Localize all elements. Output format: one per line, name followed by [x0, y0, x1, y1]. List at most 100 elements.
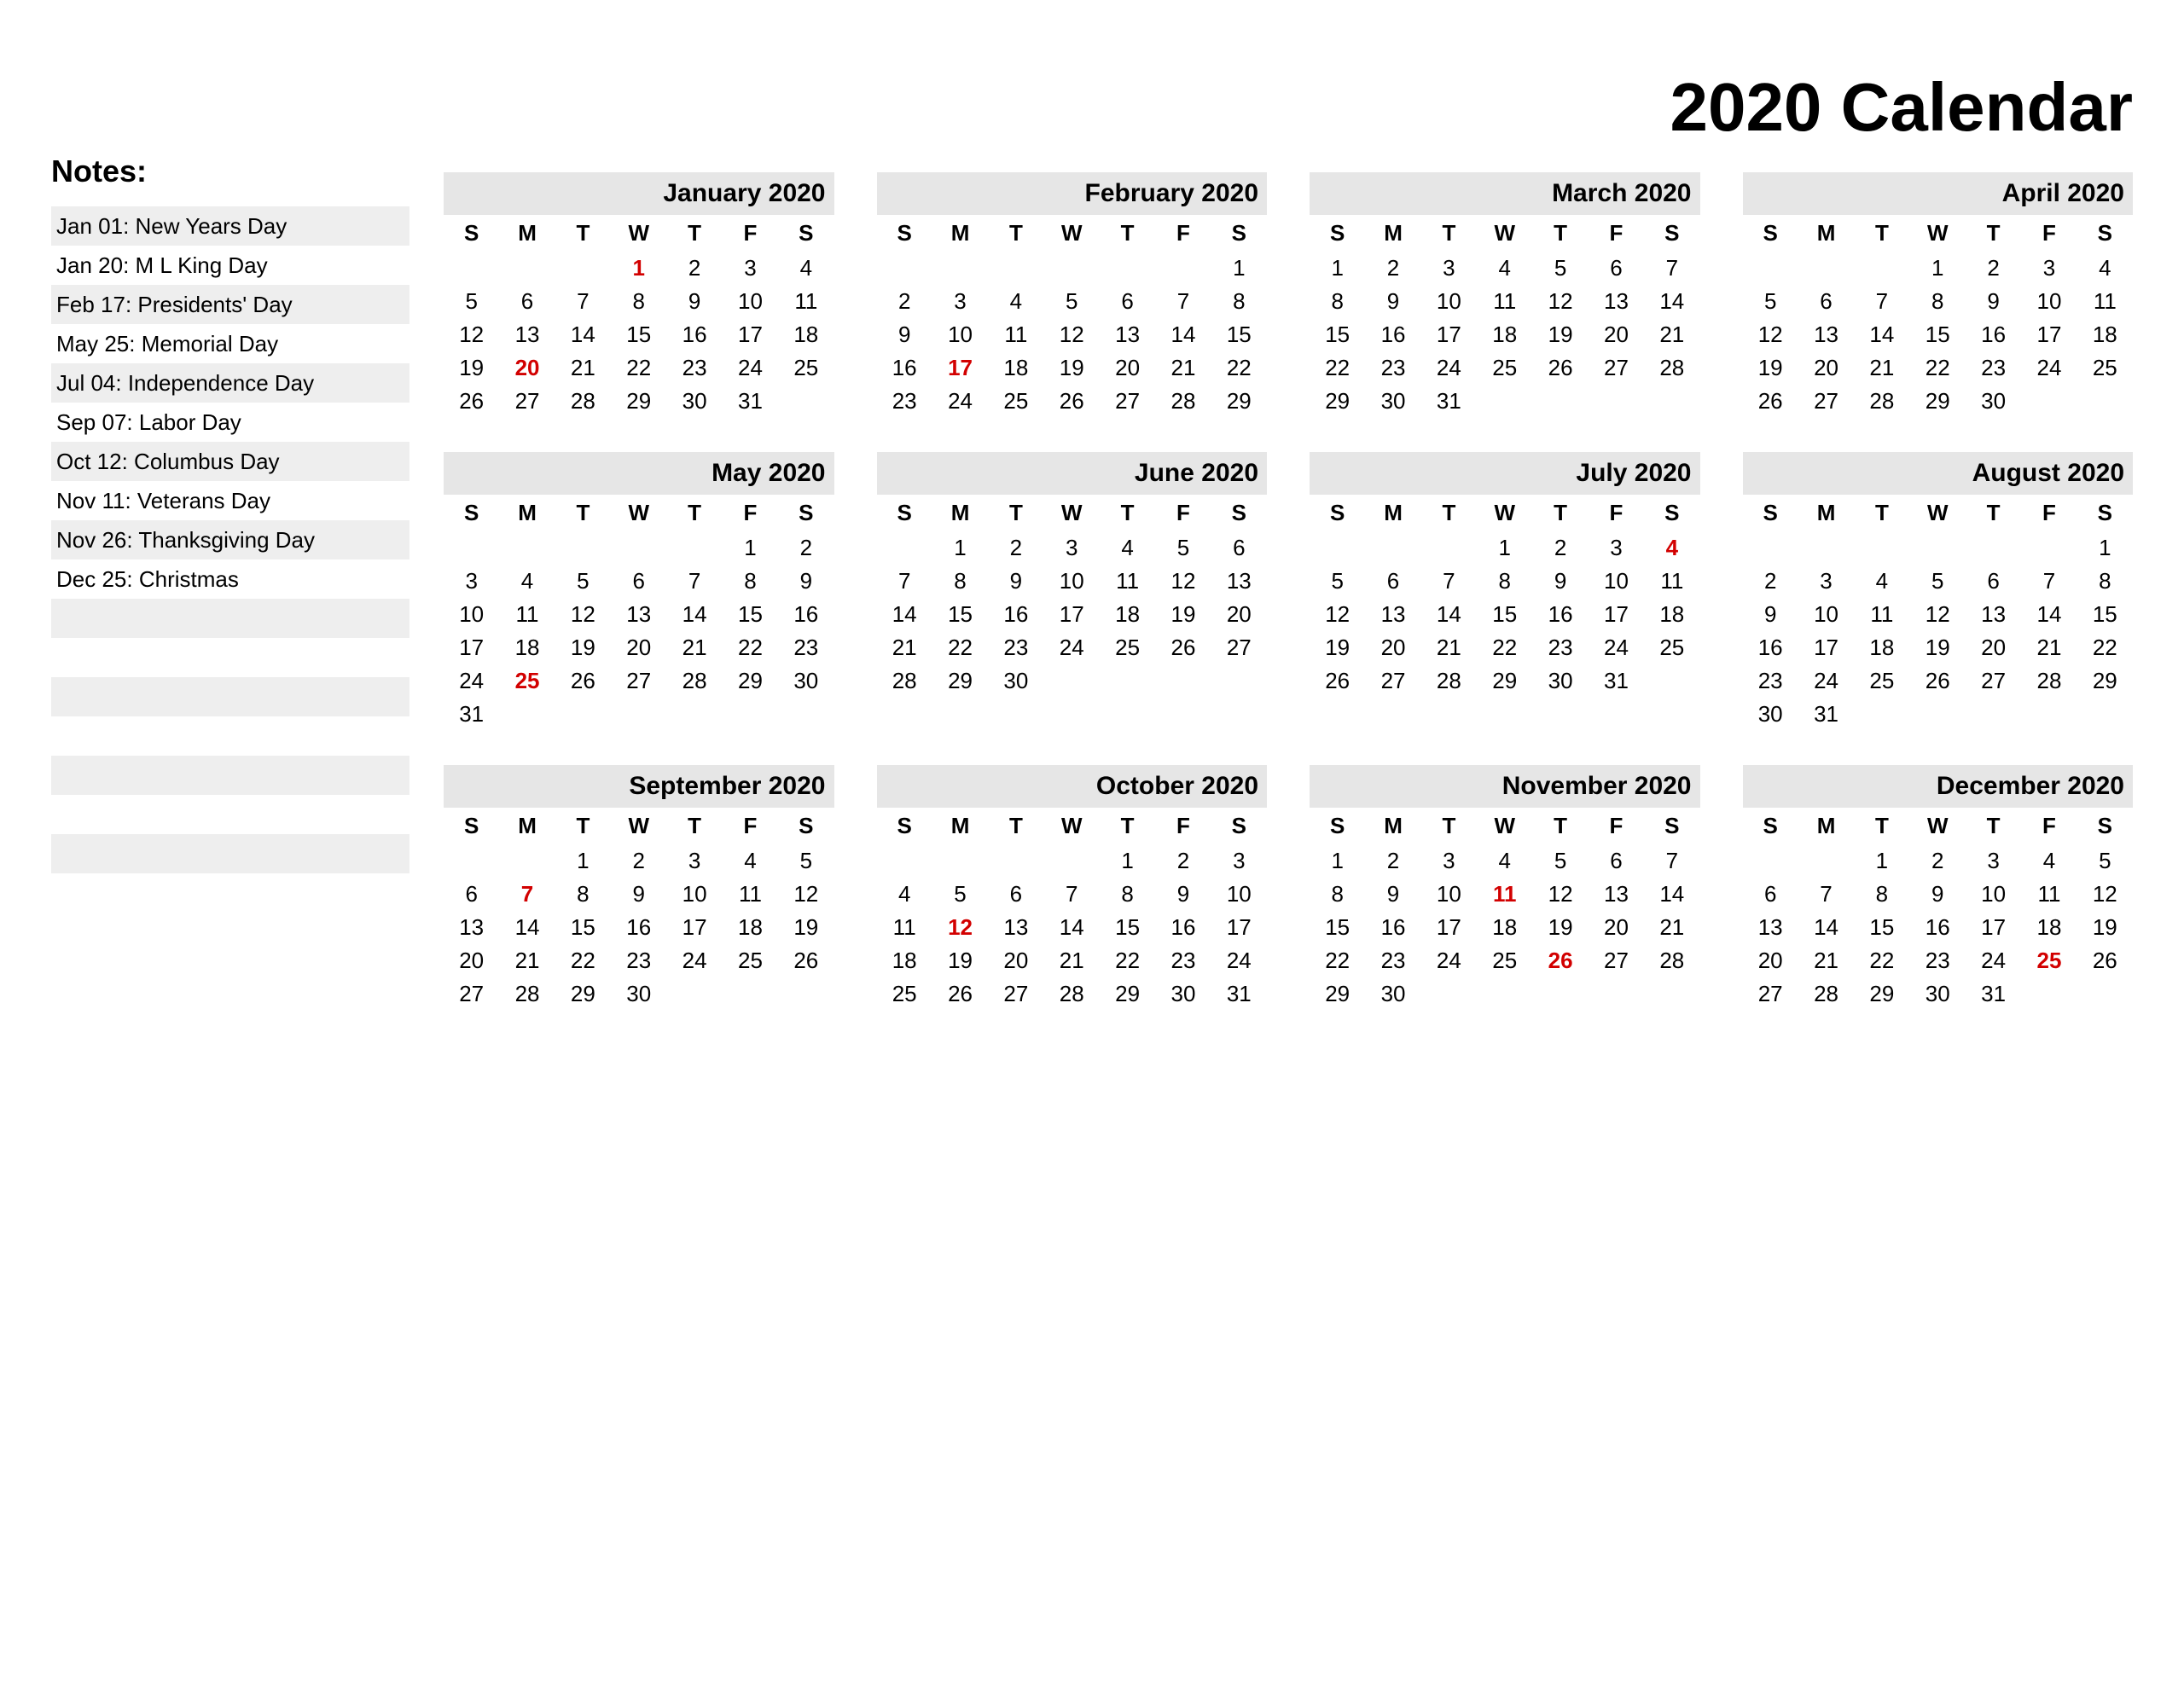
month: March 2020SMTWTFS12345678910111213141516…	[1310, 172, 1700, 418]
day-cell: 3	[444, 565, 499, 598]
dow-cell: S	[1310, 215, 1365, 252]
week-row: 17181920212223	[444, 631, 834, 664]
day-cell: 10	[1589, 565, 1644, 598]
day-cell: 21	[555, 351, 611, 385]
week-row: 12131415161718	[1310, 598, 1700, 631]
day-cell: 2	[988, 531, 1043, 565]
week-row: 1234	[444, 252, 834, 285]
day-cell: 16	[1365, 911, 1420, 944]
day-cell: 9	[988, 565, 1043, 598]
day-cell: 24	[1044, 631, 1100, 664]
day-cell: 25	[1100, 631, 1155, 664]
day-cell: 14	[499, 911, 555, 944]
week-row: 10111213141516	[444, 598, 834, 631]
day-cell: 8	[1910, 285, 1966, 318]
day-cell: 22	[611, 351, 666, 385]
dow-cell: M	[932, 495, 988, 531]
day-cell: 8	[723, 565, 778, 598]
day-cell: 19	[1743, 351, 1798, 385]
week-row: 12	[444, 531, 834, 565]
day-cell	[499, 531, 555, 565]
day-cell	[1854, 698, 1909, 731]
day-cell: 27	[611, 664, 666, 698]
month-header: August 2020	[1743, 452, 2134, 495]
day-cell: 5	[778, 844, 834, 878]
day-cell: 27	[1743, 977, 1798, 1011]
day-cell	[1910, 698, 1966, 731]
dow-row: SMTWTFS	[877, 495, 1268, 531]
day-cell: 10	[1211, 878, 1267, 911]
note-row	[51, 795, 410, 834]
day-cell	[555, 698, 611, 731]
day-cell: 21	[1798, 944, 1854, 977]
day-cell: 21	[2021, 631, 2077, 664]
day-cell: 4	[2021, 844, 2077, 878]
week-row: 567891011	[444, 285, 834, 318]
day-cell: 5	[555, 565, 611, 598]
day-cell	[444, 252, 499, 285]
day-cell: 14	[1644, 285, 1699, 318]
dow-cell: T	[1532, 808, 1588, 844]
day-cell: 24	[666, 944, 722, 977]
day-cell: 17	[723, 318, 778, 351]
day-cell: 20	[1211, 598, 1267, 631]
day-cell: 31	[1966, 977, 2021, 1011]
day-cell: 2	[1365, 844, 1420, 878]
day-cell	[1155, 664, 1211, 698]
day-cell: 17	[444, 631, 499, 664]
day-cell	[1421, 977, 1477, 1011]
dow-cell: M	[1365, 495, 1420, 531]
day-cell: 5	[1044, 285, 1100, 318]
day-cell: 25	[2021, 944, 2077, 977]
dow-row: SMTWTFS	[1743, 215, 2134, 252]
week-row: 6789101112	[1743, 878, 2134, 911]
day-cell	[1589, 385, 1644, 418]
day-cell: 9	[1532, 565, 1588, 598]
day-cell	[932, 844, 988, 878]
day-cell: 10	[1966, 878, 2021, 911]
calendar-container: Notes: Jan 01: New Years DayJan 20: M L …	[51, 68, 2133, 1011]
day-cell: 4	[723, 844, 778, 878]
dow-row: SMTWTFS	[1743, 808, 2134, 844]
day-cell: 12	[1155, 565, 1211, 598]
day-cell: 25	[1477, 351, 1532, 385]
day-cell: 8	[1310, 285, 1365, 318]
week-row: 14151617181920	[877, 598, 1268, 631]
day-cell: 2	[1743, 565, 1798, 598]
day-cell: 7	[2021, 565, 2077, 598]
day-cell: 12	[1532, 285, 1588, 318]
day-cell: 20	[1100, 351, 1155, 385]
day-cell: 13	[1365, 598, 1420, 631]
week-row: 1	[1743, 531, 2134, 565]
day-cell: 4	[499, 565, 555, 598]
day-cell	[1644, 385, 1699, 418]
day-cell: 19	[2077, 911, 2133, 944]
day-cell: 8	[1100, 878, 1155, 911]
day-cell: 13	[1589, 285, 1644, 318]
day-cell: 8	[1310, 878, 1365, 911]
week-row: 2627282930	[1743, 385, 2134, 418]
day-cell	[1044, 844, 1100, 878]
day-cell: 14	[1644, 878, 1699, 911]
day-cell: 25	[499, 664, 555, 698]
day-cell: 15	[1310, 318, 1365, 351]
day-cell: 26	[2077, 944, 2133, 977]
dow-cell: S	[1644, 495, 1699, 531]
day-cell: 11	[1477, 285, 1532, 318]
day-cell: 23	[666, 351, 722, 385]
day-cell: 20	[499, 351, 555, 385]
week-row: 6789101112	[444, 878, 834, 911]
day-cell: 29	[1211, 385, 1267, 418]
day-cell: 15	[1910, 318, 1966, 351]
day-cell: 28	[1644, 944, 1699, 977]
dow-cell: T	[988, 215, 1043, 252]
day-cell	[778, 698, 834, 731]
day-cell: 3	[1966, 844, 2021, 878]
dow-cell: S	[444, 495, 499, 531]
day-cell: 25	[723, 944, 778, 977]
day-cell: 10	[1044, 565, 1100, 598]
week-row: 1	[877, 252, 1268, 285]
month-header: January 2020	[444, 172, 834, 215]
day-cell: 10	[1798, 598, 1854, 631]
day-cell	[932, 252, 988, 285]
